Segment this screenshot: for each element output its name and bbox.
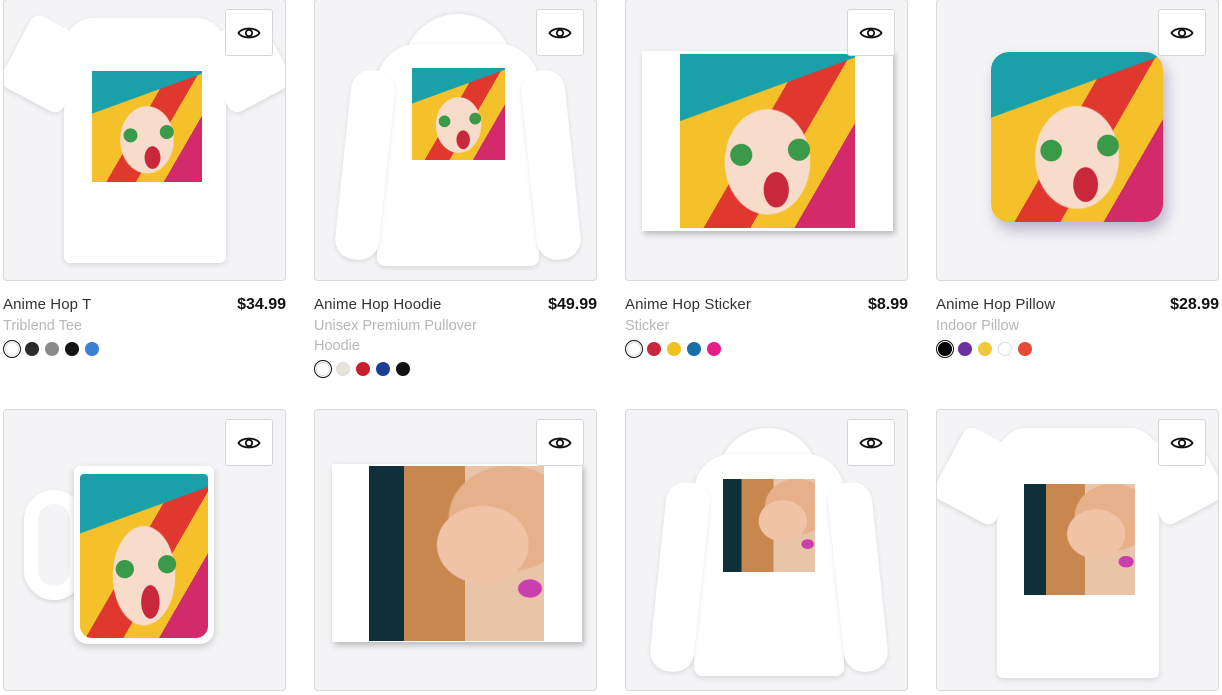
product-image[interactable] <box>314 409 597 691</box>
quick-view-button[interactable] <box>536 419 584 466</box>
product-card[interactable]: Anime Hop T Triblend Tee $34.99 <box>3 0 286 376</box>
color-swatch[interactable] <box>396 362 410 376</box>
product-image[interactable] <box>936 409 1219 691</box>
photo-artwork <box>1024 484 1135 595</box>
product-image[interactable] <box>936 0 1219 281</box>
quick-view-button[interactable] <box>847 419 895 466</box>
product-image[interactable] <box>625 0 908 281</box>
color-swatch[interactable] <box>667 342 681 356</box>
product-image[interactable] <box>3 0 286 281</box>
eye-icon <box>237 437 261 448</box>
color-swatch[interactable] <box>647 342 661 356</box>
color-swatch[interactable] <box>336 362 350 376</box>
product-card[interactable]: Anime Hop Pillow Indoor Pillow $28.99 <box>936 0 1219 376</box>
color-swatch[interactable] <box>707 342 721 356</box>
product-card[interactable] <box>936 409 1219 691</box>
anime-artwork <box>80 474 208 638</box>
product-image[interactable] <box>625 409 908 691</box>
quick-view-button[interactable] <box>847 9 895 56</box>
color-swatch[interactable] <box>65 342 79 356</box>
photo-artwork <box>369 466 544 641</box>
product-type: Sticker <box>625 318 670 334</box>
color-swatch[interactable] <box>625 340 643 358</box>
eye-icon <box>548 27 572 38</box>
color-swatch[interactable] <box>998 342 1012 356</box>
eye-icon <box>237 27 261 38</box>
product-card[interactable] <box>625 409 908 691</box>
color-swatch[interactable] <box>376 362 390 376</box>
quick-view-button[interactable] <box>225 9 273 56</box>
eye-icon <box>1170 27 1194 38</box>
product-price: $49.99 <box>548 296 597 313</box>
quick-view-button[interactable] <box>1158 419 1206 466</box>
color-swatches <box>625 340 908 358</box>
product-card[interactable] <box>314 409 597 691</box>
product-image[interactable] <box>3 409 286 691</box>
anime-artwork <box>92 71 202 182</box>
color-swatch[interactable] <box>45 342 59 356</box>
product-type: Unisex Premium Pullover Hoodie <box>314 318 477 354</box>
color-swatch[interactable] <box>958 342 972 356</box>
product-price: $8.99 <box>867 296 908 313</box>
color-swatch[interactable] <box>978 342 992 356</box>
product-type: Triblend Tee <box>3 318 82 334</box>
color-swatches <box>3 340 286 358</box>
color-swatch[interactable] <box>1018 342 1032 356</box>
color-swatch[interactable] <box>25 342 39 356</box>
product-card[interactable]: Anime Hop Hoodie Unisex Premium Pullover… <box>314 0 597 378</box>
product-card[interactable] <box>3 409 286 691</box>
color-swatch[interactable] <box>687 342 701 356</box>
quick-view-button[interactable] <box>1158 9 1206 56</box>
eye-icon <box>1170 437 1194 448</box>
anime-artwork <box>680 54 855 228</box>
anime-artwork <box>991 52 1163 222</box>
product-card[interactable]: Anime Hop Sticker Sticker $8.99 <box>625 0 908 376</box>
product-price: $34.99 <box>237 296 286 313</box>
anime-artwork <box>412 68 505 160</box>
color-swatch[interactable] <box>936 340 954 358</box>
color-swatches <box>314 360 597 378</box>
product-type: Indoor Pillow <box>936 318 1020 334</box>
color-swatch[interactable] <box>356 362 370 376</box>
product-name[interactable]: Anime Hop Sticker <box>625 296 908 313</box>
color-swatch[interactable] <box>3 340 21 358</box>
eye-icon <box>859 437 883 448</box>
eye-icon <box>548 437 572 448</box>
photo-artwork <box>723 479 815 572</box>
color-swatches <box>936 340 1219 358</box>
quick-view-button[interactable] <box>536 9 584 56</box>
product-image[interactable] <box>314 0 597 281</box>
color-swatch[interactable] <box>85 342 99 356</box>
quick-view-button[interactable] <box>225 419 273 466</box>
eye-icon <box>859 27 883 38</box>
color-swatch[interactable] <box>314 360 332 378</box>
product-price: $28.99 <box>1170 296 1219 313</box>
